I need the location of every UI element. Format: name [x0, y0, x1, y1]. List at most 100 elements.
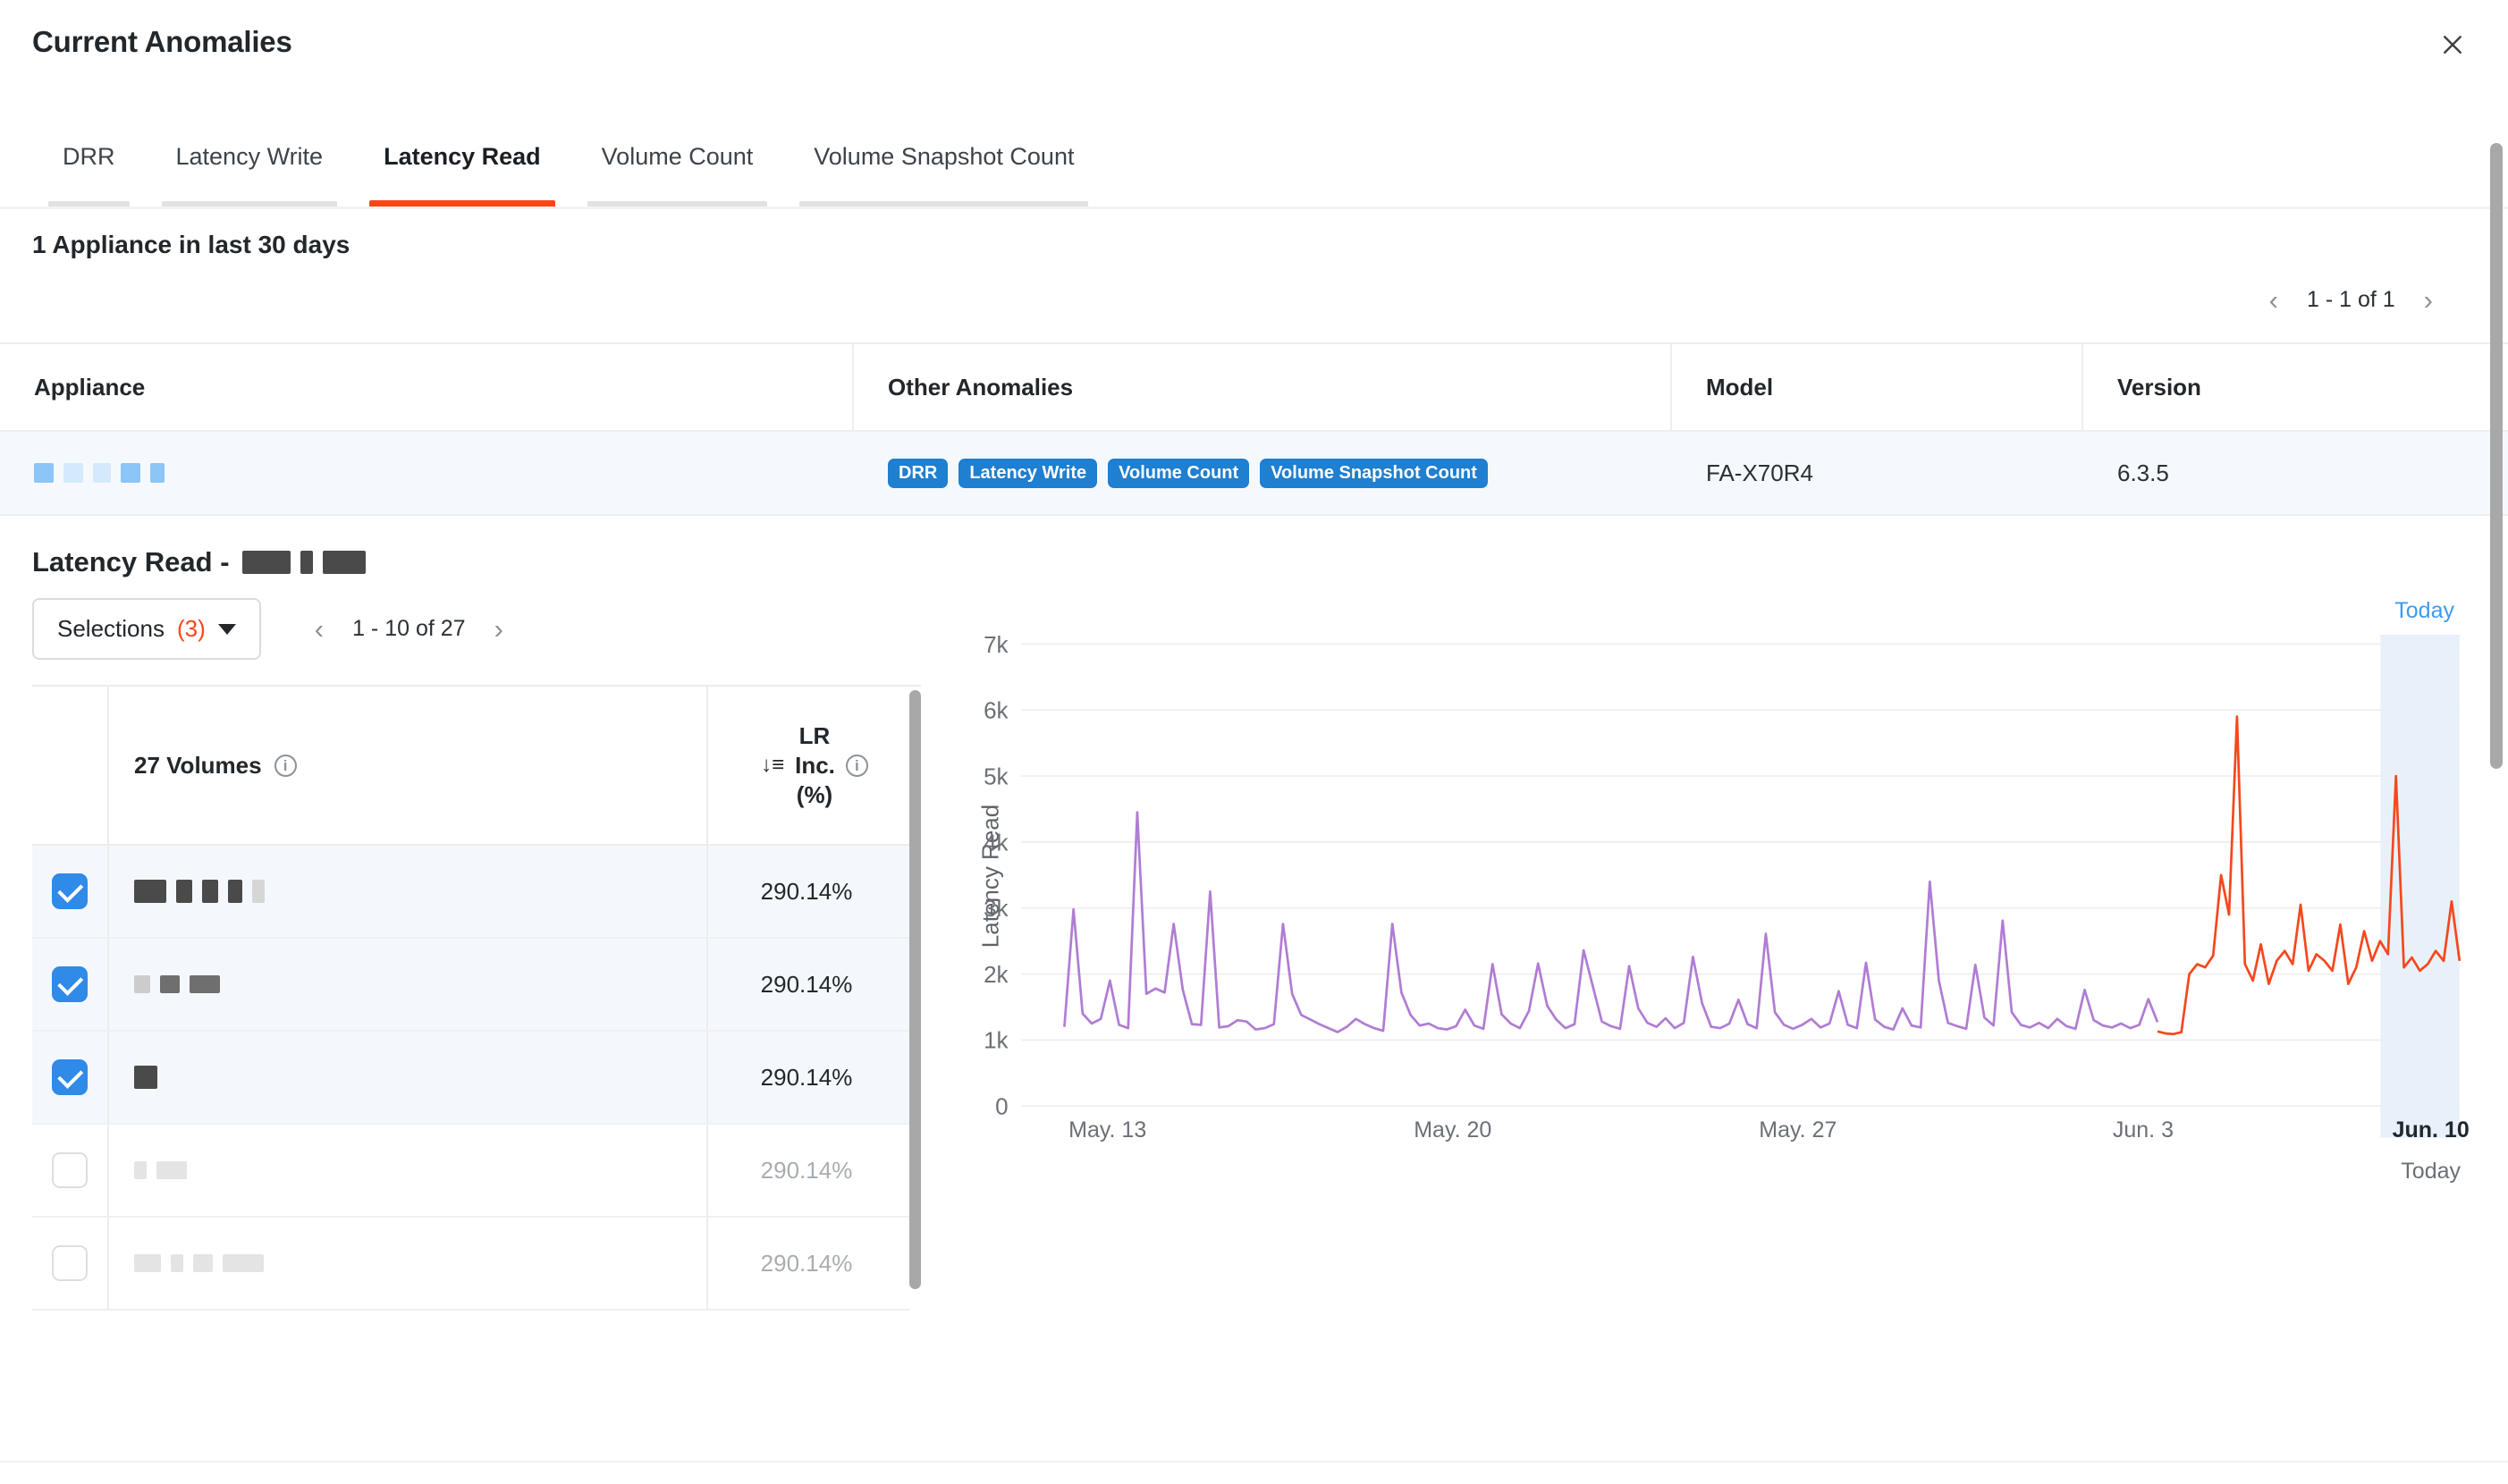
row-checkbox[interactable]	[52, 966, 88, 1002]
column-header-other-anomalies: Other Anomalies	[854, 344, 1672, 430]
chart-panel: Today Latency Read 0 1k 2k 3k 4k 5k 6k 7k May. …	[921, 598, 2508, 1311]
close-button[interactable]	[2431, 23, 2474, 66]
tab-label: Latency Write	[175, 143, 324, 170]
chart-y-tick-label: 4k	[984, 829, 1009, 856]
volumes-row-list: 290.14% 290.14% 290.14% 290.14% 290.14%	[32, 846, 921, 1311]
tab-label: Latency Read	[384, 143, 541, 170]
chart-x-tick-label: Jun. 3	[2112, 1117, 2174, 1143]
volumes-scrollbar-thumb[interactable]	[909, 690, 921, 1290]
latency-read-body: Selections (3) ‹ 1 - 10 of 27 › 27 Volum…	[0, 598, 2508, 1311]
chart-x-axis-labels: May. 13 May. 20 May. 27 Jun. 3 Jun. 10 Today	[973, 1117, 2470, 1184]
page-title: Current Anomalies	[32, 25, 292, 58]
appliance-table-header: Appliance Other Anomalies Model Version	[0, 344, 2508, 432]
volumes-panel: Selections (3) ‹ 1 - 10 of 27 › 27 Volum…	[0, 598, 921, 1311]
volumes-count-label: 27 Volumes	[134, 751, 262, 779]
tab-latency-read[interactable]: Latency Read	[353, 129, 571, 218]
row-checkbox[interactable]	[52, 1152, 88, 1188]
chart-y-tick-label: 5k	[984, 763, 1009, 789]
row-checkbox-cell	[32, 1125, 107, 1216]
volumes-table: 27 Volumes i LR ↓≡ Inc. i (%) 290.14% 290…	[32, 685, 921, 1311]
chart-y-tick-label: 6k	[984, 697, 1009, 724]
status-badge[interactable]: Volume Snapshot Count	[1260, 458, 1488, 488]
lr-increase-value: 290.14%	[706, 1125, 921, 1216]
redacted-text	[134, 1161, 187, 1179]
volumes-scrollbar[interactable]	[909, 687, 921, 1311]
lr-header-line1: LR	[798, 721, 831, 749]
appliance-subtitle: 1 Appliance in last 30 days	[32, 231, 350, 258]
volume-name-redacted	[107, 846, 706, 937]
tab-volume-snapshot-count[interactable]: Volume Snapshot Count	[783, 129, 1104, 218]
latency-read-heading-label: Latency Read -	[32, 546, 230, 578]
latency-read-chart: Latency Read 0 1k 2k 3k 4k 5k 6k 7k	[921, 635, 2463, 1138]
other-anomalies-cell: DRR Latency Write Volume Count Volume Snaps…	[854, 432, 1672, 514]
chart-y-tick-label: 3k	[984, 895, 1009, 922]
redacted-text	[134, 880, 265, 903]
appliance-table: Appliance Other Anomalies Model Version …	[0, 342, 2508, 516]
lr-increase-value: 290.14%	[706, 846, 921, 937]
tab-volume-count[interactable]: Volume Count	[571, 129, 784, 218]
row-checkbox-cell	[32, 1218, 107, 1309]
status-badge[interactable]: Volume Count	[1108, 458, 1250, 488]
tab-latency-write[interactable]: Latency Write	[146, 129, 354, 218]
latency-read-heading: Latency Read -	[0, 516, 2508, 578]
sort-descending-icon[interactable]: ↓≡	[761, 753, 784, 778]
chart-y-tick-label: 7k	[984, 635, 1009, 658]
table-row[interactable]: 290.14%	[32, 1125, 921, 1218]
today-label-bottom[interactable]: Today	[2401, 1159, 2461, 1185]
chart-x-tick-label: May. 13	[1068, 1117, 1147, 1143]
tab-drr[interactable]: DRR	[32, 129, 146, 218]
chevron-right-icon[interactable]: ›	[2419, 284, 2438, 316]
redacted-appliance-name	[241, 551, 366, 574]
column-header-appliance: Appliance	[0, 344, 854, 430]
status-badge[interactable]: Latency Write	[958, 458, 1098, 488]
tab-label: DRR	[63, 143, 115, 170]
chart-x-tick-label: May. 27	[1759, 1117, 1837, 1143]
chevron-left-icon[interactable]: ‹	[309, 613, 329, 645]
appliance-pagination-range: 1 - 1 of 1	[2307, 287, 2395, 312]
volume-name-redacted	[107, 1125, 706, 1216]
table-row[interactable]: 290.14%	[32, 1218, 921, 1311]
table-row[interactable]: 290.14%	[32, 846, 921, 939]
row-checkbox[interactable]	[52, 873, 88, 909]
row-checkbox-cell	[32, 939, 107, 1030]
chart-series-volume-purple	[1063, 811, 2159, 1033]
info-icon[interactable]: i	[274, 754, 297, 777]
today-label-top[interactable]: Today	[921, 598, 2463, 624]
chart-y-tick-label: 0	[995, 1093, 1008, 1120]
close-icon	[2439, 31, 2466, 58]
table-row[interactable]: 290.14%	[32, 939, 921, 1032]
row-checkbox[interactable]	[52, 1059, 88, 1095]
volume-name-redacted	[107, 1218, 706, 1309]
volume-name-redacted	[107, 939, 706, 1030]
volumes-pagination: ‹ 1 - 10 of 27 ›	[309, 613, 509, 645]
column-header-lr-increase[interactable]: LR ↓≡ Inc. i (%)	[706, 687, 921, 846]
info-icon[interactable]: i	[845, 754, 868, 777]
row-checkbox[interactable]	[52, 1245, 88, 1281]
column-header-version: Version	[2117, 373, 2201, 401]
panel-header: Current Anomalies	[0, 0, 2508, 86]
status-badge[interactable]: DRR	[888, 458, 949, 488]
chart-svg: 0 1k 2k 3k 4k 5k 6k 7k	[984, 635, 2462, 1138]
tab-bar: DRR Latency Write Latency Read Volume Count…	[0, 129, 2508, 218]
appliance-pagination: ‹ 1 - 1 of 1 ›	[0, 259, 2508, 316]
lr-increase-value: 290.14%	[706, 1218, 921, 1309]
volumes-pagination-range: 1 - 10 of 27	[352, 616, 466, 641]
column-header-volumes: 27 Volumes i	[107, 687, 706, 846]
chevron-right-icon[interactable]: ›	[489, 613, 509, 645]
chevron-left-icon[interactable]: ‹	[2264, 284, 2284, 316]
lr-header-line3: (%)	[796, 780, 833, 808]
lr-header-line2: Inc.	[795, 751, 835, 779]
redacted-text	[134, 1066, 157, 1089]
selections-count: (3)	[176, 615, 206, 642]
selections-label: Selections	[57, 615, 165, 642]
redacted-text	[34, 463, 165, 483]
anomaly-badge-list: DRR Latency Write Volume Count Volume Snaps…	[888, 458, 1488, 488]
redacted-text	[134, 1254, 264, 1272]
panel-bottom-edge	[0, 1461, 2508, 1484]
selections-dropdown[interactable]: Selections (3)	[32, 598, 261, 660]
appliance-version: 6.3.5	[2117, 459, 2169, 486]
page-scrollbar[interactable]	[2490, 143, 2503, 769]
tab-label: Volume Count	[601, 143, 754, 170]
table-row[interactable]: DRR Latency Write Volume Count Volume Snaps…	[0, 432, 2508, 514]
table-row[interactable]: 290.14%	[32, 1032, 921, 1125]
